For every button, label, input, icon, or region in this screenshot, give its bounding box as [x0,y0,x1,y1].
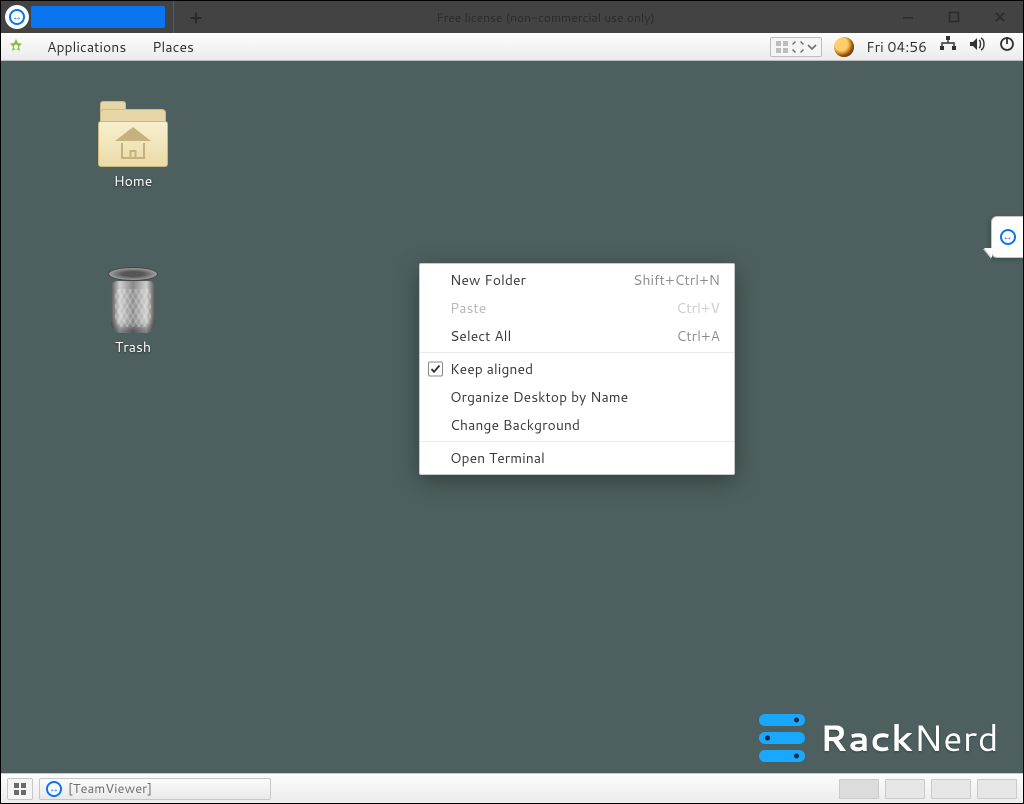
expand-icon [791,40,805,54]
desktop-area[interactable]: Home Trash New Folder Shift+Ctrl+N Paste… [1,61,1023,773]
ctx-organize-label: Organize Desktop by Name [450,387,628,407]
teamviewer-tab-icon[interactable]: ↔ [5,5,29,29]
workspace-4[interactable] [977,779,1017,799]
ctx-paste-label: Paste [450,298,486,318]
desktop-context-menu: New Folder Shift+Ctrl+N Paste Ctrl+V Sel… [419,263,735,475]
ctx-keep-aligned-label: Keep aligned [450,359,533,379]
gnome-top-panel: Applications Places Fri 04:56 [1,33,1023,61]
teamviewer-logo-icon: ↔ [1000,229,1016,245]
applications-menu[interactable]: Applications [43,35,130,59]
folder-home-icon [98,109,168,167]
ctx-open-terminal[interactable]: Open Terminal [420,444,734,472]
ctx-paste-accel: Ctrl+V [676,298,720,318]
show-desktop-icon [13,782,27,796]
places-menu[interactable]: Places [148,35,198,59]
volume-icon[interactable] [969,36,987,57]
teamviewer-logo-icon: ↔ [9,9,25,25]
update-notifier-icon[interactable] [834,37,854,57]
ctx-new-folder-label: New Folder [450,270,526,290]
trash-icon-label: Trash [83,337,183,357]
session-address-chip[interactable] [31,6,165,28]
network-icon[interactable] [939,36,957,57]
power-icon[interactable] [999,36,1015,57]
ctx-change-bg-label: Change Background [450,415,580,435]
teamviewer-logo-icon: ↔ [46,781,62,797]
ctx-new-folder[interactable]: New Folder Shift+Ctrl+N [420,266,734,294]
watermark-brand-b: Nerd [914,712,1000,763]
task-teamviewer[interactable]: ↔ [TeamViewer] [39,778,271,800]
ctx-change-background[interactable]: Change Background [420,411,734,439]
show-desktop-button[interactable] [7,778,33,800]
trash-desktop-icon[interactable]: Trash [83,267,183,357]
workspace-2[interactable] [885,779,925,799]
window-controls [885,1,1023,33]
activities-icon[interactable] [7,38,25,56]
home-desktop-icon[interactable]: Home [83,109,183,191]
new-tab-button[interactable]: + [186,7,206,27]
ctx-select-all[interactable]: Select All Ctrl+A [420,322,734,350]
minimize-button[interactable] [885,1,931,33]
watermark-brand-a: Rack [819,712,913,763]
workspace-switcher-applet[interactable] [770,37,822,57]
racknerd-watermark: RackNerd [759,712,999,763]
ctx-new-folder-accel: Shift+Ctrl+N [633,270,720,290]
tab-separator [173,1,174,33]
gnome-bottom-panel: ↔ [TeamViewer] [1,773,1023,803]
teamviewer-side-panel-handle[interactable]: ↔ [991,216,1023,258]
checkbox-checked-icon [428,362,443,377]
home-icon-label: Home [83,171,183,191]
close-icon [994,11,1006,23]
ctx-select-all-accel: Ctrl+A [676,326,720,346]
clock[interactable]: Fri 04:56 [866,37,927,57]
workspace-1[interactable] [839,779,879,799]
grid-icon [775,40,789,54]
ctx-keep-aligned[interactable]: Keep aligned [420,355,734,383]
chevron-down-icon [807,42,817,52]
ctx-paste: Paste Ctrl+V [420,294,734,322]
ctx-separator [420,441,734,442]
minimize-icon [902,11,914,23]
host-window-titlebar: ↔ + Free license (non-commercial use onl… [1,1,1023,33]
maximize-icon [948,11,960,23]
ctx-organize-by-name[interactable]: Organize Desktop by Name [420,383,734,411]
close-button[interactable] [977,1,1023,33]
maximize-button[interactable] [931,1,977,33]
ctx-open-terminal-label: Open Terminal [450,448,545,468]
window-title: Free license (non-commercial use only) [206,9,885,26]
workspace-3[interactable] [931,779,971,799]
ctx-select-all-label: Select All [450,326,511,346]
task-teamviewer-label: [TeamViewer] [68,780,152,798]
trash-icon [105,267,161,333]
racknerd-logo-icon [759,714,805,762]
ctx-separator [420,352,734,353]
